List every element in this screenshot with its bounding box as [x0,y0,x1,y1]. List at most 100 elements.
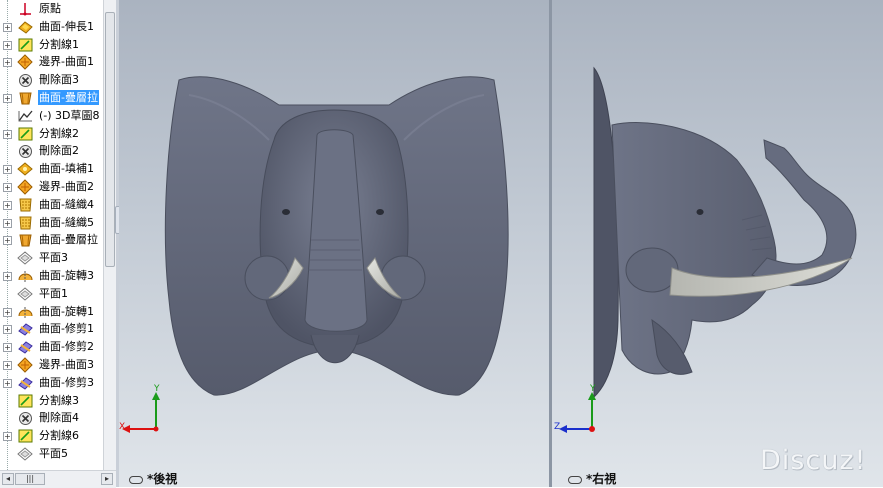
link-view-icon [568,475,582,484]
watermark: Discuz! [760,445,867,476]
tree-item[interactable]: + 邊界-曲面1 [0,53,103,71]
tree-item[interactable]: 平面5 [0,445,103,463]
expand-plus-icon[interactable]: + [3,378,12,388]
tree-item-label: 平面5 [39,447,68,460]
expand-plus-icon[interactable]: + [3,40,12,50]
tree-item-label: 分割線6 [39,429,79,443]
expand-plus-icon[interactable]: + [3,343,12,353]
tree-item[interactable]: + 邊界-曲面2 [0,178,103,196]
scroll-right-arrow-icon[interactable]: ▸ [101,473,113,485]
tree-item[interactable]: (-) 3D草圖8 [0,107,103,125]
expand-plus-icon[interactable]: + [3,361,12,370]
delete-face-icon [17,410,34,426]
tree-horizontal-scrollbar[interactable]: ◂ ||| ▸ [0,470,116,488]
tree-vertical-scrollbar[interactable] [103,0,117,470]
tree-item[interactable]: + 曲面-縫織5 [0,214,103,232]
view-label-back[interactable]: *後視 [129,470,177,487]
tree-item-label: 曲面-填補1 [39,162,94,176]
tree-item[interactable]: + 分割線6 [0,427,103,445]
expand-plus-icon[interactable]: + [3,307,12,317]
tree-item-label: 曲面-縫織5 [39,215,94,229]
expand-plus-icon[interactable]: + [3,200,12,210]
expand-plus-icon[interactable]: + [3,236,12,246]
tree-item[interactable]: + 曲面-疊層拉 [0,231,103,249]
boundary-surface-icon [17,357,34,373]
surface-knit-icon [17,197,34,213]
scrollbar-thumb[interactable] [105,12,115,267]
tree-item[interactable]: + 曲面-疊層拉 [0,89,103,107]
split-line-icon [17,393,34,409]
tree-item[interactable]: + 曲面-伸長1 [0,18,103,36]
tree-item-label: 曲面-縫織4 [39,197,94,211]
tree-item-label: 曲面-疊層拉 [38,90,99,105]
tree-item[interactable]: 平面1 [0,285,103,303]
tree-item-label: 邊界-曲面2 [39,180,94,193]
split-line-icon [17,428,34,444]
expand-plus-icon[interactable]: + [3,129,12,139]
tree-item-label: 平面3 [39,251,68,265]
axis-x-label: X [119,422,126,432]
surface-extrude-icon [17,19,34,35]
split-line-icon [17,126,34,142]
surface-loft-icon [17,232,34,248]
tree-item[interactable]: + 邊界-曲面3 [0,356,103,374]
tree-item[interactable]: + 曲面-修剪2 [0,338,103,356]
expand-plus-icon[interactable]: + [3,165,12,175]
tree-item[interactable]: + 曲面-填補1 [0,160,103,178]
surface-trim-icon [17,339,34,355]
tree-item-label: 曲面-旋轉1 [39,304,94,318]
origin-icon [17,1,34,17]
expand-plus-icon[interactable]: + [3,272,12,281]
delete-face-icon [17,143,34,159]
tree-item-label: 曲面-修剪3 [39,375,94,389]
tree-item[interactable]: 原點 [0,0,103,18]
surface-knit-icon [17,215,34,231]
axis-y-label: Y [590,384,596,394]
tree-item-label: 曲面-疊層拉 [39,233,98,247]
axis-z-label: Z [554,422,561,432]
link-view-icon [129,475,143,484]
tree-item[interactable]: + 曲面-旋轉3 [0,267,103,285]
tree-item-label: 曲面-修剪1 [39,322,94,336]
tree-item[interactable]: 分割線3 [0,392,103,410]
expand-plus-icon[interactable]: + [3,58,12,68]
tree-item[interactable]: + 曲面-修剪1 [0,320,103,338]
split-line-icon [17,37,34,53]
tree-item-label: 曲面-旋轉3 [39,269,94,282]
hscroll-thumb[interactable]: ||| [15,473,45,485]
surface-fill-icon [17,161,34,177]
expand-plus-icon[interactable]: + [3,325,12,335]
view-label-right[interactable]: *右視 [568,470,616,487]
tree-item-label: 原點 [39,2,61,15]
surface-revolve-icon [17,268,34,284]
tree-item[interactable]: 刪除面2 [0,142,103,160]
expand-plus-icon[interactable]: + [3,22,12,32]
surface-loft-icon [17,90,34,106]
tree-item-label: 分割線3 [39,393,79,407]
expand-plus-icon[interactable]: + [3,218,12,228]
feature-tree: 原點 + 曲面-伸長1 + 分割線1 + 邊界-曲面1 刪除面3 + 曲面-疊層拉 (-) 3D草圖… [0,0,103,470]
expand-plus-icon[interactable]: + [3,94,12,103]
tree-item[interactable]: 刪除面3 [0,71,103,89]
viewport-right[interactable]: Y Z *右視 [552,0,883,487]
tree-item[interactable]: 平面3 [0,249,103,267]
tree-item[interactable]: 刪除面4 [0,409,103,427]
tree-item-label: 分割線1 [39,37,79,51]
scroll-left-arrow-icon[interactable]: ◂ [2,473,14,485]
tree-item-label: 曲面-伸長1 [39,19,94,33]
viewport-back[interactable]: Y X *後視 [119,0,549,487]
delete-face-icon [17,72,34,88]
tree-item[interactable]: + 分割線1 [0,36,103,54]
tree-item-label: (-) 3D草圖8 [39,108,100,122]
tree-item-label: 刪除面2 [39,144,79,158]
expand-plus-icon[interactable]: + [3,432,12,442]
tree-item[interactable]: + 曲面-修剪3 [0,374,103,392]
boundary-surface-icon [17,54,34,71]
surface-trim-icon [17,375,34,391]
tree-item[interactable]: + 分割線2 [0,125,103,143]
tree-item[interactable]: + 曲面-旋轉1 [0,303,103,321]
expand-plus-icon[interactable]: + [3,183,12,192]
triad-axis-icon [122,392,160,433]
tree-item[interactable]: + 曲面-縫織4 [0,196,103,214]
3d-sketch-icon [17,108,34,124]
